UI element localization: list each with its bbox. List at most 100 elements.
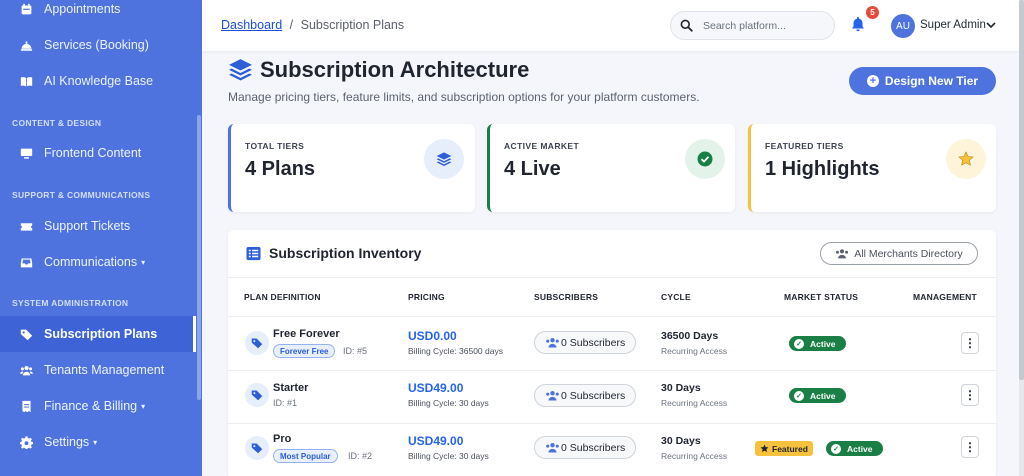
plan-price: USD0.00 bbox=[408, 329, 457, 343]
tag-icon bbox=[245, 436, 269, 460]
search-icon bbox=[680, 19, 693, 32]
plan-badge: Forever Free bbox=[273, 344, 336, 358]
breadcrumb: Dashboard / Subscription Plans bbox=[221, 18, 404, 32]
column-header: SUBSCRIBERS bbox=[534, 292, 599, 302]
page-scrollbar-thumb[interactable] bbox=[1019, 0, 1024, 380]
divider bbox=[228, 423, 996, 424]
divider bbox=[228, 277, 996, 278]
users-icon bbox=[546, 391, 559, 401]
layers-icon bbox=[424, 139, 464, 179]
sidebar-item-settings[interactable]: Settings ▾ bbox=[0, 424, 196, 460]
search-input[interactable] bbox=[703, 19, 823, 32]
chevron-down-icon[interactable] bbox=[985, 19, 997, 31]
users-icon bbox=[836, 249, 849, 259]
page-title: Subscription Architecture bbox=[260, 57, 530, 82]
column-header: MARKET STATUS bbox=[784, 292, 859, 302]
notification-count-badge: 5 bbox=[866, 6, 879, 19]
star-icon bbox=[760, 444, 769, 452]
status-badge: ✓ Active bbox=[789, 388, 846, 403]
sidebar-item-appointments[interactable]: Appointments bbox=[0, 0, 196, 27]
sidebar-item-label: Appointments bbox=[44, 2, 121, 16]
status-badge: ✓ Active bbox=[826, 441, 883, 456]
cycle-sub: Recurring Access bbox=[661, 346, 728, 356]
sidebar-item-support-tickets[interactable]: Support Tickets bbox=[0, 208, 196, 244]
sidebar-item-label: Subscription Plans bbox=[44, 327, 158, 341]
avatar[interactable]: AU bbox=[891, 14, 915, 38]
check-icon: ✓ bbox=[794, 390, 804, 401]
section-content-design: CONTENT & DESIGN bbox=[12, 118, 102, 128]
billing-cycle: Billing Cycle: 30 days bbox=[408, 398, 489, 408]
subscribers-pill[interactable]: 0 Subscribers bbox=[534, 331, 637, 354]
bell-concierge-icon bbox=[20, 40, 33, 51]
notifications-button[interactable] bbox=[850, 16, 868, 34]
section-system: SYSTEM ADMINISTRATION bbox=[12, 298, 129, 308]
sidebar-item-services[interactable]: Services (Booking) bbox=[0, 27, 196, 63]
search-box bbox=[670, 11, 835, 40]
subscribers-pill[interactable]: 0 Subscribers bbox=[534, 436, 637, 459]
column-header: PRICING bbox=[408, 292, 445, 302]
stat-label: ACTIVE MARKET bbox=[504, 141, 580, 151]
divider bbox=[228, 316, 996, 317]
sidebar-item-ai-knowledge[interactable]: AI Knowledge Base bbox=[0, 63, 196, 99]
gear-icon bbox=[20, 435, 33, 449]
topbar: Dashboard / Subscription Plans 5 AU Supe… bbox=[202, 0, 1019, 51]
check-icon: ✓ bbox=[794, 338, 804, 349]
cycle-days: 30 Days bbox=[661, 382, 701, 394]
divider bbox=[228, 370, 996, 371]
plan-id: ID: #2 bbox=[348, 451, 373, 461]
status-badge: ✓ Active bbox=[789, 336, 846, 351]
design-new-tier-button[interactable]: + Design New Tier bbox=[849, 67, 996, 95]
subscribers-count: 0 Subscribers bbox=[561, 336, 626, 349]
stat-card-featured-tiers: FEATURED TIERS 1 Highlights bbox=[748, 124, 996, 212]
stat-card-total-tiers: TOTAL TIERS 4 Plans bbox=[228, 124, 475, 212]
subscription-inventory-card: Subscription Inventory All Merchants Dir… bbox=[228, 230, 996, 476]
book-icon bbox=[20, 76, 33, 86]
column-header: PLAN DEFINITION bbox=[244, 292, 321, 302]
sidebar-item-tenants[interactable]: Tenants Management bbox=[0, 352, 196, 388]
tag-icon bbox=[245, 331, 269, 355]
status-label: Active bbox=[810, 390, 836, 401]
subscribers-count: 0 Subscribers bbox=[561, 389, 626, 402]
chevron-down-icon: ▾ bbox=[93, 437, 98, 447]
row-actions-menu-button[interactable]: ⋮ bbox=[961, 332, 979, 354]
sidebar-item-subscription-plans[interactable]: Subscription Plans bbox=[0, 316, 196, 352]
billing-cycle: Billing Cycle: 30 days bbox=[408, 451, 489, 461]
billing-cycle: Billing Cycle: 36500 days bbox=[408, 346, 503, 356]
plan-name: Free Forever bbox=[273, 328, 340, 340]
user-name[interactable]: Super Admin bbox=[920, 19, 986, 31]
sidebar-item-label: Settings bbox=[44, 435, 90, 449]
layers-icon bbox=[229, 59, 252, 81]
calendar-icon bbox=[21, 3, 32, 14]
check-circle-icon bbox=[685, 139, 725, 179]
row-actions-menu-button[interactable]: ⋮ bbox=[961, 436, 979, 458]
tag-icon bbox=[245, 383, 269, 407]
sidebar-scrollbar[interactable] bbox=[197, 115, 201, 400]
plan-price: USD49.00 bbox=[408, 381, 464, 395]
plan-price: USD49.00 bbox=[408, 434, 464, 448]
breadcrumb-dashboard-link[interactable]: Dashboard bbox=[221, 18, 282, 32]
featured-badge: Featured bbox=[755, 441, 813, 456]
breadcrumb-current: Subscription Plans bbox=[300, 18, 405, 32]
plan-name: Pro bbox=[273, 433, 292, 445]
chevron-down-icon: ▾ bbox=[141, 401, 146, 411]
plus-circle-icon: + bbox=[866, 75, 879, 87]
column-header: MANAGEMENT bbox=[913, 292, 977, 302]
users-icon bbox=[546, 338, 559, 348]
sidebar-item-finance-billing[interactable]: Finance & Billing ▾ bbox=[0, 388, 196, 424]
subscribers-pill[interactable]: 0 Subscribers bbox=[534, 384, 637, 407]
tag-icon bbox=[20, 329, 33, 340]
plan-id: ID: #5 bbox=[343, 346, 368, 356]
sidebar-item-label: Tenants Management bbox=[44, 363, 165, 377]
all-merchants-directory-button[interactable]: All Merchants Directory bbox=[820, 242, 978, 265]
sidebar-item-communications[interactable]: Communications ▾ bbox=[0, 244, 196, 280]
sidebar-item-frontend-content[interactable]: Frontend Content bbox=[0, 135, 196, 171]
row-actions-menu-button[interactable]: ⋮ bbox=[961, 384, 979, 406]
all-merchants-label: All Merchants Directory bbox=[854, 247, 963, 260]
featured-label: Featured bbox=[772, 443, 808, 454]
ticket-icon bbox=[20, 222, 33, 231]
sidebar-item-label: Support Tickets bbox=[44, 219, 131, 233]
star-icon bbox=[946, 139, 986, 179]
plan-badge: Most Popular bbox=[273, 449, 338, 463]
inventory-title-label: Subscription Inventory bbox=[269, 245, 422, 261]
bell-icon bbox=[852, 17, 864, 32]
